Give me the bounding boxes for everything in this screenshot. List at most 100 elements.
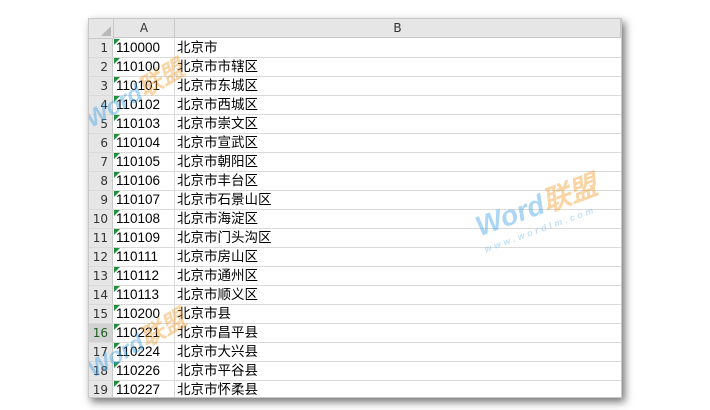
cell-a[interactable]: 110200	[114, 305, 175, 323]
cell-a[interactable]: 110104	[114, 134, 175, 152]
row-number: 11	[92, 231, 108, 245]
row-header[interactable]: 18	[89, 362, 113, 380]
row-header[interactable]: 17	[89, 343, 113, 361]
cell-a[interactable]: 110108	[114, 210, 175, 228]
cell-a[interactable]: 110224	[114, 343, 175, 361]
row-header[interactable]: 8	[89, 172, 113, 190]
error-indicator-icon	[114, 267, 120, 273]
row-number: 4	[100, 98, 108, 112]
cell-a-text: 110111	[116, 249, 159, 264]
cell-b[interactable]: 北京市怀柔县	[175, 381, 621, 397]
cell-a-text: 110113	[116, 287, 160, 302]
row-number: 18	[92, 364, 108, 378]
cell-b[interactable]: 北京市崇文区	[175, 115, 621, 133]
cell-b[interactable]: 北京市石景山区	[175, 191, 621, 209]
error-indicator-icon	[114, 324, 120, 330]
error-indicator-icon	[114, 248, 120, 254]
cell-a[interactable]: 110227	[114, 381, 175, 397]
cell-b[interactable]: 北京市海淀区	[175, 210, 621, 228]
table-row: 16 110221 北京市昌平县	[89, 324, 621, 343]
row-header[interactable]: 3	[89, 77, 113, 95]
row-number: 1	[100, 41, 108, 55]
cell-a-text: 110105	[116, 154, 161, 169]
row-header[interactable]: 12	[89, 248, 113, 266]
cell-b[interactable]: 北京市朝阳区	[175, 153, 621, 171]
error-indicator-icon	[114, 381, 120, 387]
cell-a[interactable]: 110106	[114, 172, 175, 190]
table-row: 6 110104 北京市宣武区	[89, 134, 621, 153]
cell-b[interactable]: 北京市顺义区	[175, 286, 621, 304]
row-header[interactable]: 6	[89, 134, 113, 152]
table-row: 11 110109 北京市门头沟区	[89, 229, 621, 248]
cell-b[interactable]: 北京市东城区	[175, 77, 621, 95]
row-header[interactable]: 16	[89, 324, 113, 342]
row-header[interactable]: 11	[89, 229, 113, 247]
cell-a-text: 110101	[116, 78, 161, 93]
table-row: 19 110227 北京市怀柔县	[89, 381, 621, 397]
cell-a-text: 110104	[116, 135, 161, 150]
row-header[interactable]: 1	[89, 39, 113, 57]
row-header[interactable]: 10	[89, 210, 113, 228]
cell-b[interactable]: 北京市县	[175, 305, 621, 323]
cell-a[interactable]: 110103	[114, 115, 175, 133]
cell-a[interactable]: 110000	[114, 39, 175, 57]
table-row: 5 110103 北京市崇文区	[89, 115, 621, 134]
row-header[interactable]: 4	[89, 96, 113, 114]
row-number: 3	[100, 79, 108, 93]
row-header[interactable]: 13	[89, 267, 113, 285]
cell-a[interactable]: 110107	[114, 191, 175, 209]
cell-a-text: 110106	[116, 173, 161, 188]
cell-a-text: 110103	[116, 116, 161, 131]
cell-b[interactable]: 北京市西城区	[175, 96, 621, 114]
cell-a[interactable]: 110101	[114, 77, 175, 95]
cell-b[interactable]: 北京市宣武区	[175, 134, 621, 152]
cell-b[interactable]: 北京市平谷县	[175, 362, 621, 380]
row-number: 7	[100, 155, 108, 169]
row-number: 15	[92, 307, 108, 321]
table-row: 4 110102 北京市西城区	[89, 96, 621, 115]
row-header[interactable]: 7	[89, 153, 113, 171]
cell-b[interactable]: 北京市丰台区	[175, 172, 621, 190]
cell-b[interactable]: 北京市大兴县	[175, 343, 621, 361]
table-row: 15 110200 北京市县	[89, 305, 621, 324]
cell-a-text: 110112	[116, 268, 160, 283]
row-header[interactable]: 19	[89, 381, 113, 397]
cell-a-text: 110109	[116, 230, 161, 245]
cell-b[interactable]: 北京市市辖区	[175, 58, 621, 76]
cell-a[interactable]: 110113	[114, 286, 175, 304]
table-row: 18 110226 北京市平谷县	[89, 362, 621, 381]
cell-a-text: 110221	[116, 325, 161, 340]
cell-b[interactable]: 北京市门头沟区	[175, 229, 621, 247]
cell-a[interactable]: 110221	[114, 324, 175, 342]
row-number: 19	[92, 383, 108, 397]
table-row: 1 110000 北京市	[89, 39, 621, 58]
error-indicator-icon	[114, 153, 120, 159]
cell-a[interactable]: 110100	[114, 58, 175, 76]
cell-a-text: 110224	[116, 344, 161, 359]
table-row: 13 110112 北京市通州区	[89, 267, 621, 286]
column-header-b[interactable]: B	[175, 19, 621, 38]
cell-a[interactable]: 110226	[114, 362, 175, 380]
cell-a[interactable]: 110112	[114, 267, 175, 285]
row-header[interactable]: 14	[89, 286, 113, 304]
select-all-button[interactable]	[89, 19, 114, 39]
cell-a[interactable]: 110105	[114, 153, 175, 171]
row-header[interactable]: 5	[89, 115, 113, 133]
cell-b[interactable]: 北京市房山区	[175, 248, 621, 266]
row-header[interactable]: 15	[89, 305, 113, 323]
error-indicator-icon	[114, 77, 120, 83]
table-row: 2 110100 北京市市辖区	[89, 58, 621, 77]
column-header-a[interactable]: A	[114, 19, 175, 38]
table-row: 14 110113 北京市顺义区	[89, 286, 621, 305]
cell-b[interactable]: 北京市昌平县	[175, 324, 621, 342]
cell-a[interactable]: 110109	[114, 229, 175, 247]
cell-a[interactable]: 110102	[114, 96, 175, 114]
cell-a-text: 110100	[116, 59, 161, 74]
cell-b[interactable]: 北京市通州区	[175, 267, 621, 285]
cell-b[interactable]: 北京市	[175, 39, 621, 57]
error-indicator-icon	[114, 115, 120, 121]
row-header[interactable]: 9	[89, 191, 113, 209]
row-header[interactable]: 2	[89, 58, 113, 76]
cell-a[interactable]: 110111	[114, 248, 175, 266]
table-row: 12 110111 北京市房山区	[89, 248, 621, 267]
